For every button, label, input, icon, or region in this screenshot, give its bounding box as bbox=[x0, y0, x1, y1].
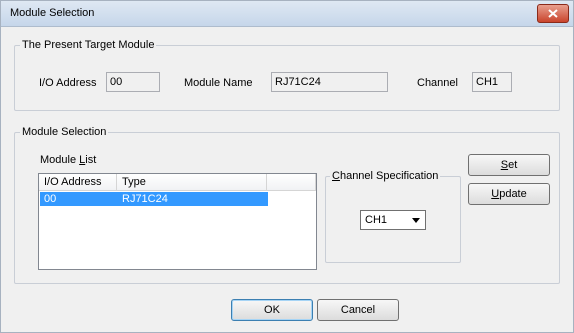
channel-specification-label: Channel Specification bbox=[330, 169, 441, 183]
close-button[interactable] bbox=[537, 4, 569, 23]
module-list-label-rest: ist bbox=[85, 154, 97, 166]
chevron-down-icon[interactable] bbox=[408, 212, 424, 228]
channel-label: Channel bbox=[417, 77, 458, 89]
io-address-field: 00 bbox=[106, 72, 160, 92]
channel-field: CH1 bbox=[472, 72, 512, 92]
channel-select-value: CH1 bbox=[365, 214, 388, 226]
channel-specification-rest: hannel Specification bbox=[339, 170, 439, 182]
module-list[interactable]: I/O Address Type 00 RJ71C24 bbox=[38, 173, 317, 270]
module-list-label-text: Module bbox=[40, 154, 80, 166]
channel-select[interactable]: CH1 bbox=[360, 210, 426, 230]
title-bar: Module Selection bbox=[1, 1, 573, 27]
update-button-rest: pdate bbox=[499, 188, 527, 200]
cancel-button[interactable]: Cancel bbox=[317, 299, 399, 321]
row-io-address: 00 bbox=[44, 193, 57, 205]
module-list-label: Module List bbox=[40, 153, 96, 167]
column-header-type[interactable]: Type bbox=[117, 174, 267, 190]
module-selection-dialog: Module Selection The Present Target Modu… bbox=[0, 0, 574, 333]
close-icon bbox=[548, 9, 558, 18]
present-target-group-label: The Present Target Module bbox=[20, 38, 157, 52]
module-list-header: I/O Address Type bbox=[39, 174, 316, 191]
set-button-rest: et bbox=[508, 159, 518, 171]
window-title: Module Selection bbox=[10, 7, 95, 19]
update-button-key: U bbox=[491, 188, 500, 200]
row-type: RJ71C24 bbox=[122, 193, 168, 205]
module-name-label: Module Name bbox=[184, 77, 253, 89]
module-selection-group-label: Module Selection bbox=[20, 125, 109, 139]
io-address-label: I/O Address bbox=[39, 77, 97, 89]
ok-button[interactable]: OK bbox=[231, 299, 313, 321]
update-button[interactable]: Update bbox=[468, 183, 550, 205]
column-header-extra[interactable] bbox=[267, 174, 316, 190]
set-button[interactable]: Set bbox=[468, 154, 550, 176]
channel-specification-key: C bbox=[332, 170, 340, 182]
table-row[interactable]: 00 RJ71C24 bbox=[40, 192, 268, 206]
module-name-field: RJ71C24 bbox=[271, 72, 388, 92]
set-button-key: S bbox=[500, 159, 509, 171]
column-header-io-address[interactable]: I/O Address bbox=[39, 174, 117, 190]
